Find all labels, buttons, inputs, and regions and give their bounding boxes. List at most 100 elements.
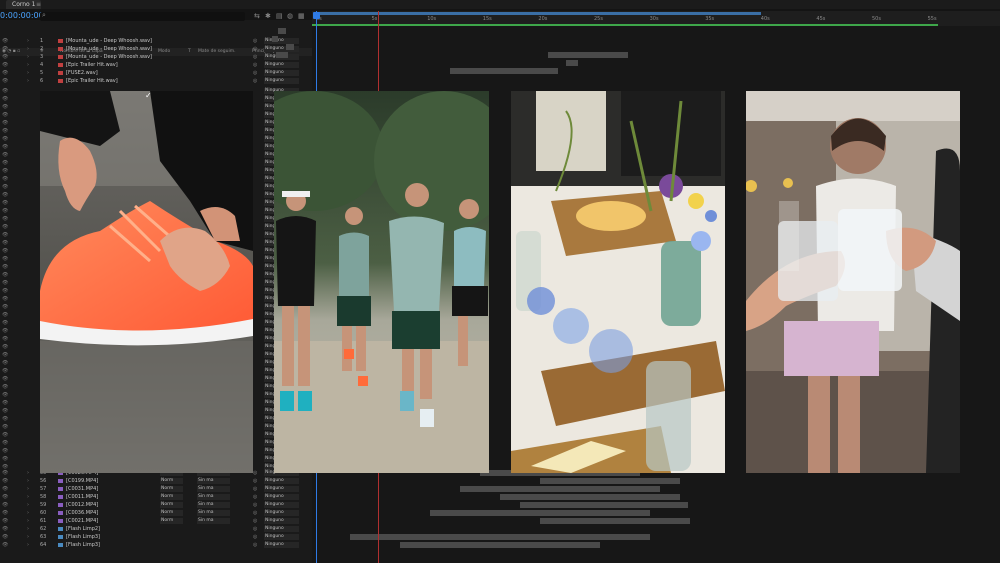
eye-icon[interactable]: 👁 xyxy=(2,239,8,247)
parent-select[interactable]: Ninguno xyxy=(264,62,299,68)
pickwhip-icon[interactable]: ◎ xyxy=(253,485,257,493)
blend-mode-select[interactable]: Norm xyxy=(160,502,183,508)
close-icon[interactable]: ≡ xyxy=(36,1,41,8)
eye-icon[interactable]: 👁 xyxy=(2,501,8,509)
twirl-chevron-icon[interactable]: › xyxy=(27,533,29,541)
eye-icon[interactable]: 👁 xyxy=(2,477,8,485)
eye-icon[interactable]: 👁 xyxy=(2,37,8,45)
track-matte-select[interactable]: Sin ma xyxy=(197,510,230,516)
pickwhip-icon[interactable]: ◎ xyxy=(253,53,257,61)
pickwhip-icon[interactable]: ◎ xyxy=(253,525,257,533)
eye-icon[interactable]: 👁 xyxy=(2,215,8,223)
eye-icon[interactable]: 👁 xyxy=(2,45,8,53)
track-matte-select[interactable]: Sin ma xyxy=(197,478,230,484)
layer-label-swatch[interactable] xyxy=(58,487,63,491)
eye-icon[interactable]: 👁 xyxy=(2,485,8,493)
eye-icon[interactable]: 👁 xyxy=(2,103,8,111)
layer-duration-bar[interactable] xyxy=(540,518,690,524)
layer-row[interactable]: 👁 › 3 [Mounta_ude - Deep Whoosh.wav] ◎ Ningun… xyxy=(0,53,312,61)
eye-icon[interactable]: 👁 xyxy=(2,399,8,407)
pickwhip-icon[interactable]: ◎ xyxy=(253,541,257,549)
layer-row[interactable]: 👁 › 2 [Mounta_ude - Deep Whoosh.wav] ◎ Ningun… xyxy=(0,45,312,53)
eye-icon[interactable]: 👁 xyxy=(2,207,8,215)
shy-layers-icon[interactable]: ✱ xyxy=(265,12,271,20)
parent-select[interactable]: Ninguno xyxy=(264,486,299,492)
layer-row[interactable]: 👁 › 58 [C0011.MP4] Norm Sin ma ◎ Ninguno xyxy=(0,493,312,501)
blend-mode-select[interactable]: Norm xyxy=(160,486,183,492)
layer-duration-bar[interactable] xyxy=(400,542,600,548)
parent-select[interactable]: Ninguno xyxy=(264,70,299,76)
pickwhip-icon[interactable]: ◎ xyxy=(253,493,257,501)
current-time-display[interactable]: 0:00:00:00 xyxy=(0,11,44,20)
twirl-chevron-icon[interactable]: › xyxy=(27,61,29,69)
layer-label-swatch[interactable] xyxy=(58,511,63,515)
eye-icon[interactable]: 👁 xyxy=(2,279,8,287)
eye-icon[interactable]: 👁 xyxy=(2,327,8,335)
layer-duration-bar[interactable] xyxy=(430,510,650,516)
eye-icon[interactable]: 👁 xyxy=(2,77,8,85)
layer-row[interactable]: 👁›1[Mounta_ude - Deep Whoosh.wav]◎Ningun… xyxy=(0,37,312,45)
layer-duration-bar[interactable] xyxy=(350,534,650,540)
blend-mode-select[interactable]: Norm xyxy=(160,478,183,484)
layer-search-input[interactable]: ⌕ xyxy=(40,11,245,21)
blend-mode-select[interactable]: Norm xyxy=(160,518,183,524)
eye-icon[interactable]: 👁 xyxy=(2,319,8,327)
layer-label-swatch[interactable] xyxy=(58,63,63,67)
layer-name[interactable]: [C0011.MP4] xyxy=(66,493,98,501)
eye-icon[interactable]: 👁 xyxy=(2,271,8,279)
layer-row[interactable]: 👁 › 4 [Epic Trailer Hit.wav] ◎ Ninguno xyxy=(0,61,312,69)
layer-duration-bar[interactable] xyxy=(278,28,286,34)
parent-select[interactable]: Ninguno xyxy=(264,518,299,524)
pickwhip-icon[interactable]: ◎ xyxy=(253,501,257,509)
layer-duration-bar[interactable] xyxy=(272,36,278,42)
layer-row[interactable]: 👁 › 62 [Flash Limp2] ◎ Ninguno xyxy=(0,525,312,533)
twirl-chevron-icon[interactable]: › xyxy=(27,485,29,493)
pickwhip-icon[interactable]: ◎ xyxy=(253,477,257,485)
track-matte-select[interactable]: Sin ma xyxy=(197,486,230,492)
layer-duration-bar[interactable] xyxy=(286,44,294,50)
eye-icon[interactable]: 👁 xyxy=(2,359,8,367)
layer-label-swatch[interactable] xyxy=(58,527,63,531)
track-matte-select[interactable]: Sin ma xyxy=(197,502,230,508)
eye-icon[interactable]: 👁 xyxy=(2,255,8,263)
blend-mode-select[interactable]: Norm xyxy=(160,510,183,516)
eye-icon[interactable]: 👁 xyxy=(2,343,8,351)
blend-mode-select[interactable]: Norm xyxy=(160,494,183,500)
layer-name[interactable]: [FUSE2.wav] xyxy=(66,69,98,77)
eye-icon[interactable]: 👁 xyxy=(2,517,8,525)
layer-duration-bar[interactable] xyxy=(450,68,540,74)
pickwhip-icon[interactable]: ◎ xyxy=(253,37,257,45)
twirl-chevron-icon[interactable]: › xyxy=(27,541,29,549)
eye-icon[interactable]: 👁 xyxy=(2,303,8,311)
eye-icon[interactable]: 👁 xyxy=(2,431,8,439)
layer-name[interactable]: [Mounta_ude - Deep Whoosh.wav] xyxy=(66,53,152,61)
eye-icon[interactable]: 👁 xyxy=(2,455,8,463)
eye-icon[interactable]: 👁 xyxy=(2,391,8,399)
twirl-chevron-icon[interactable]: › xyxy=(27,53,29,61)
motion-blur-icon[interactable]: ◍ xyxy=(287,12,293,20)
layer-duration-bar[interactable] xyxy=(460,486,660,492)
pickwhip-icon[interactable]: ◎ xyxy=(253,509,257,517)
eye-icon[interactable]: 👁 xyxy=(2,351,8,359)
layer-row[interactable]: 👁 › 60 [C0036.MP4] Norm Sin ma ◎ Ninguno xyxy=(0,509,312,517)
parent-select[interactable]: Ninguno xyxy=(264,502,299,508)
eye-icon[interactable]: 👁 xyxy=(2,439,8,447)
parent-select[interactable]: Ninguno xyxy=(264,494,299,500)
twirl-chevron-icon[interactable]: › xyxy=(27,517,29,525)
layer-label-swatch[interactable] xyxy=(58,495,63,499)
layer-label-swatch[interactable] xyxy=(58,535,63,539)
pickwhip-icon[interactable]: ◎ xyxy=(253,45,257,53)
eye-icon[interactable]: 👁 xyxy=(2,469,8,477)
layer-row[interactable]: 👁 › 63 [Flash Limp3] ◎ Ninguno xyxy=(0,533,312,541)
eye-icon[interactable]: 👁 xyxy=(2,367,8,375)
layer-name[interactable]: [Epic Trailer Hit.wav] xyxy=(66,77,118,85)
eye-icon[interactable]: 👁 xyxy=(2,335,8,343)
parent-select[interactable]: Ninguno xyxy=(264,478,299,484)
eye-icon[interactable]: 👁 xyxy=(2,159,8,167)
twirl-chevron-icon[interactable]: › xyxy=(27,493,29,501)
layer-label-swatch[interactable] xyxy=(58,71,63,75)
layer-label-swatch[interactable] xyxy=(58,503,63,507)
eye-icon[interactable]: 👁 xyxy=(2,151,8,159)
pickwhip-icon[interactable]: ◎ xyxy=(253,533,257,541)
eye-icon[interactable]: 👁 xyxy=(2,447,8,455)
